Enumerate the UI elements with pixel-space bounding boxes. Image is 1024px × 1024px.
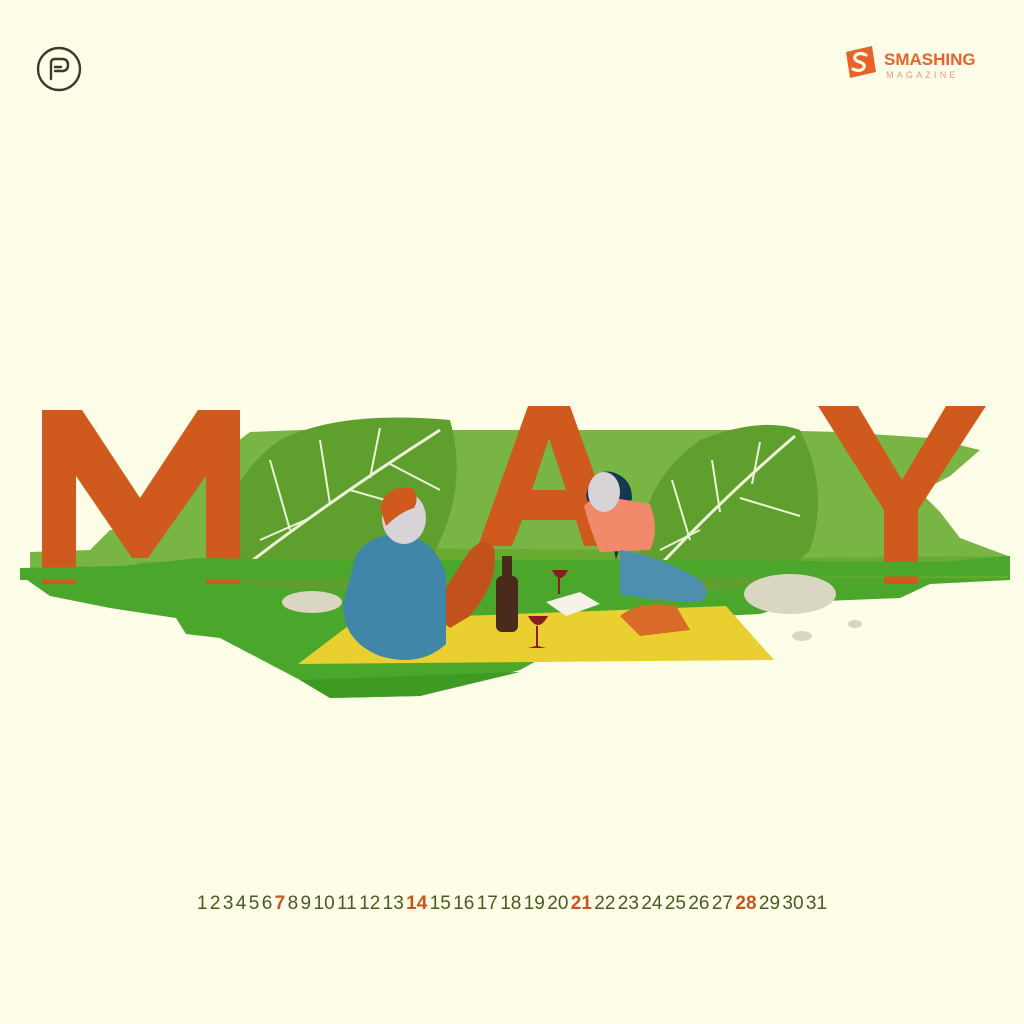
calendar-day: 9 (300, 893, 312, 914)
calendar-day-highlighted: 7 (274, 893, 286, 914)
calendar-day: 25 (664, 893, 686, 914)
calendar-day: 6 (261, 893, 273, 914)
stone-right (744, 574, 836, 614)
calendar-day: 19 (523, 893, 545, 914)
calendar-day: 26 (688, 893, 710, 914)
letter-m (42, 410, 240, 584)
calendar-day: 29 (758, 893, 781, 914)
calendar-day: 2 (209, 893, 221, 914)
calendar-day: 16 (453, 893, 475, 914)
smashing-magazine-logo: SMASHING MAGAZINE (842, 44, 992, 84)
p-circle-logo-icon (35, 45, 83, 93)
calendar-day-highlighted: 28 (735, 893, 757, 914)
calendar-day: 12 (359, 893, 381, 914)
calendar-day: 15 (429, 893, 451, 914)
calendar-day-highlighted: 21 (570, 893, 592, 914)
calendar-day: 5 (248, 893, 260, 914)
calendar-day: 20 (547, 893, 569, 914)
calendar-day-highlighted: 14 (406, 893, 428, 914)
calendar-day: 13 (382, 893, 404, 914)
calendar-day: 31 (805, 893, 828, 914)
calendar-day: 17 (476, 893, 498, 914)
calendar-day: 1 (196, 893, 208, 914)
calendar-day: 8 (287, 893, 299, 914)
calendar-day: 27 (711, 893, 733, 914)
picnic-illustration (20, 406, 1010, 698)
calendar-day: 23 (617, 893, 639, 914)
calendar-day: 22 (594, 893, 616, 914)
calendar-day: 10 (313, 893, 335, 914)
stone-left (282, 591, 342, 613)
calendar-day: 24 (641, 893, 663, 914)
calendar-day: 4 (235, 893, 247, 914)
calendar-days: 1 2 3 4 5 6 7 8 9 10 11 12 13 14 15 16 17 18 19 20 21 22 23 24 2… (0, 893, 1024, 915)
calendar-day: 18 (500, 893, 522, 914)
wine-bottle (496, 576, 518, 632)
calendar-day: 11 (337, 893, 357, 914)
calendar-day: 3 (222, 893, 234, 914)
smashing-s-icon (846, 46, 876, 78)
calendar-day: 30 (782, 893, 804, 914)
brand-name: SMASHING (884, 50, 976, 69)
brand-subname: MAGAZINE (886, 70, 959, 80)
